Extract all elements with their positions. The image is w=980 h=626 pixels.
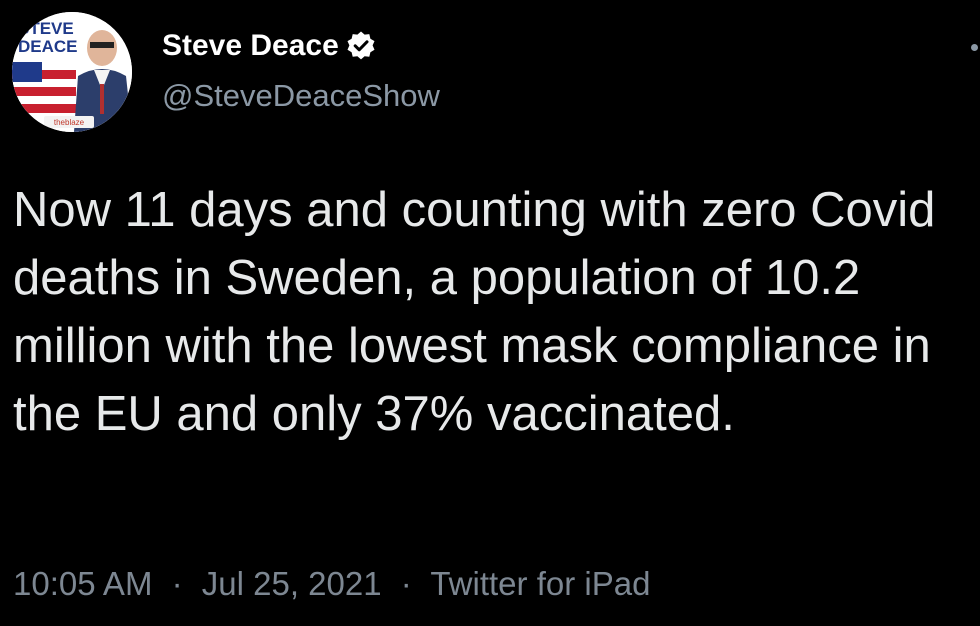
avatar-badge-text: theblaze (54, 118, 85, 127)
tweet-time[interactable]: 10:05 AM (13, 565, 152, 602)
tweet-source[interactable]: Twitter for iPad (430, 565, 650, 602)
tweet-text: Now 11 days and counting with zero Covid… (13, 183, 936, 441)
avatar-image: theblaze STEVE DEACE (12, 12, 132, 132)
avatar-logo-line2: DEACE (18, 37, 78, 56)
more-options-icon[interactable] (966, 36, 980, 60)
author-avatar[interactable]: theblaze STEVE DEACE (12, 12, 132, 132)
author-handle[interactable]: @SteveDeaceShow (162, 78, 440, 114)
verified-icon (345, 30, 377, 62)
tweet-metadata: 10:05 AM · Jul 25, 2021 · Twitter for iP… (13, 562, 650, 606)
author-display-name[interactable]: Steve Deace (162, 28, 339, 64)
tweet-date[interactable]: Jul 25, 2021 (202, 565, 382, 602)
separator-dot: · (400, 565, 412, 602)
author-name-row[interactable]: Steve Deace (162, 28, 377, 64)
avatar-logo-line1: STEVE (18, 19, 74, 38)
separator-dot: · (171, 565, 183, 602)
